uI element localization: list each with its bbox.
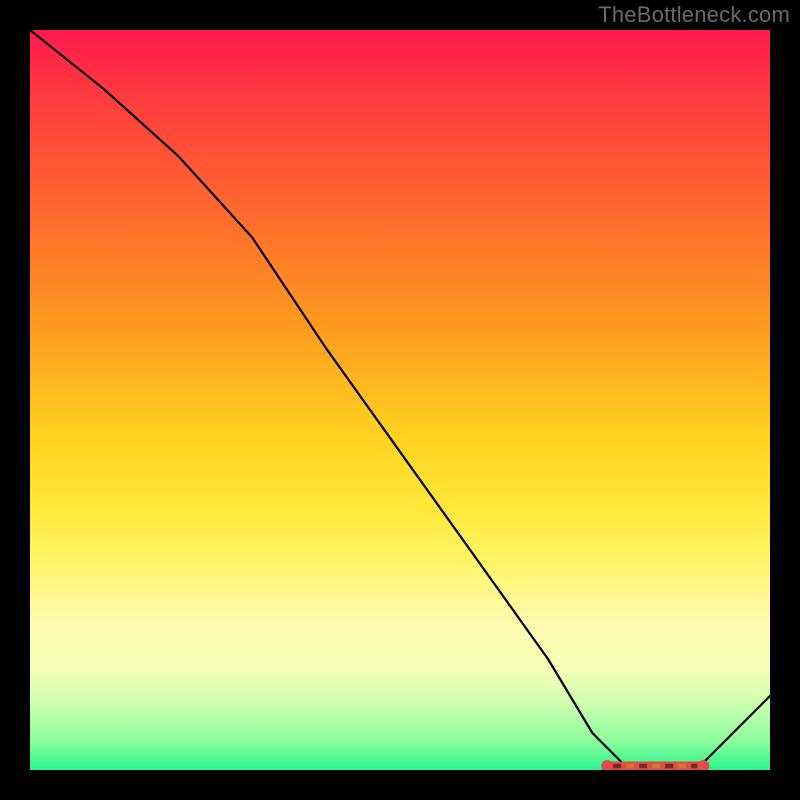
watermark-text: TheBottleneck.com [598,2,790,28]
chart-frame: TheBottleneck.com [0,0,800,800]
plot-gradient-background [30,30,770,770]
